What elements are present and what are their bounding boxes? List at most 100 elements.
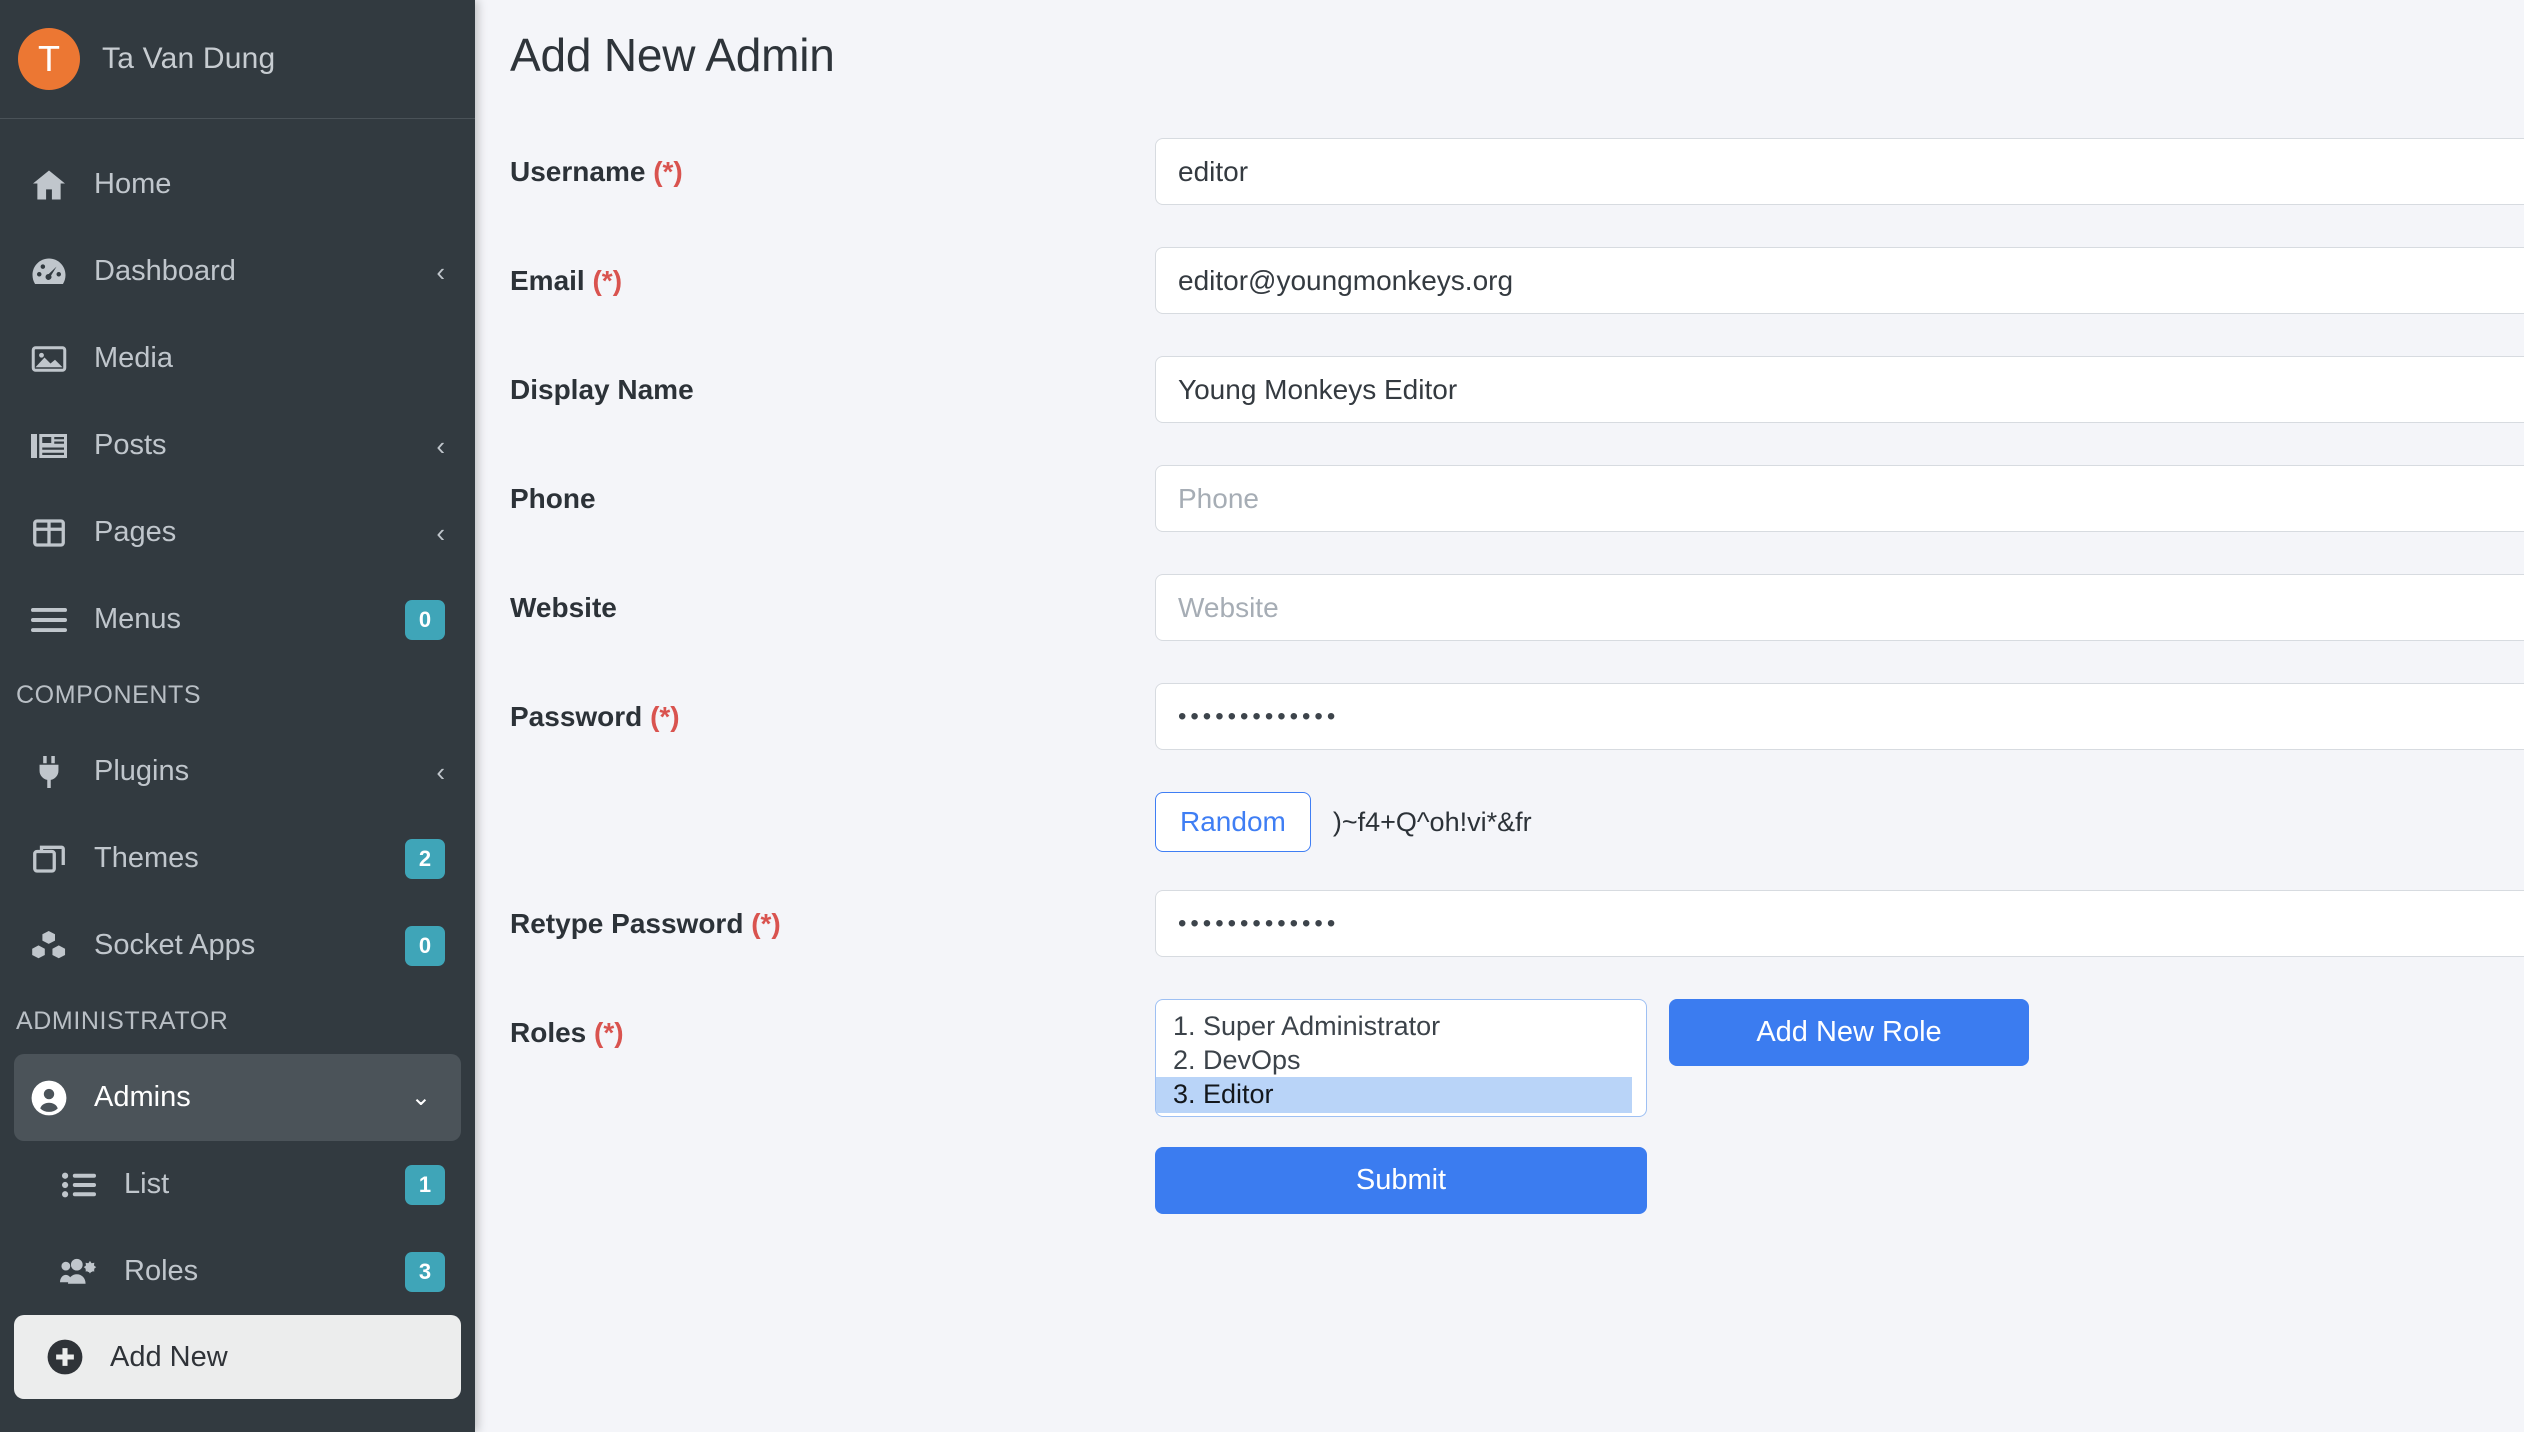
form-row-phone: Phone — [510, 465, 2524, 532]
form-row-password: Password (*) ••••••••••••• — [510, 683, 2524, 750]
required-mark: (*) — [594, 1017, 624, 1048]
email-label: Email (*) — [510, 265, 1155, 297]
chevron-left-icon[interactable]: ‹ — [436, 520, 445, 546]
password-control: ••••••••••••• — [1155, 683, 2524, 750]
add-admin-form: Username (*) Email (*) — [510, 138, 2524, 1214]
cubes-icon — [26, 926, 72, 966]
random-button[interactable]: Random — [1155, 792, 1311, 852]
sidebar-item-plugins[interactable]: Plugins ‹ — [0, 728, 475, 815]
sidebar-item-label: Pages — [94, 516, 177, 548]
avatar: T — [18, 28, 80, 90]
display-name-label: Display Name — [510, 374, 1155, 406]
form-row-website: Website — [510, 574, 2524, 641]
chevron-down-icon[interactable]: ⌄ — [411, 1085, 431, 1110]
role-option-selected[interactable]: 3. Editor — [1156, 1077, 1632, 1113]
chevron-left-icon[interactable]: ‹ — [436, 433, 445, 459]
roles-listbox[interactable]: 1. Super Administrator 2. DevOps 3. Edit… — [1155, 999, 1647, 1117]
profile-name: Ta Van Dung — [102, 42, 276, 75]
sidebar-item-label: Socket Apps — [94, 929, 256, 961]
sidebar-item-dashboard[interactable]: Dashboard ‹ — [0, 228, 475, 315]
status-badge: 1 — [405, 1164, 445, 1205]
plus-circle-icon — [42, 1337, 88, 1377]
display-name-control — [1155, 356, 2524, 423]
roles-label-text: Roles — [510, 1017, 587, 1048]
username-label: Username (*) — [510, 156, 1155, 188]
chevron-left-icon[interactable]: ‹ — [436, 259, 445, 285]
sidebar-item-media[interactable]: Media — [0, 315, 475, 402]
required-mark: (*) — [653, 155, 683, 187]
sidebar-item-label: Home — [94, 168, 172, 200]
sidebar-item-label: Admins — [94, 1081, 191, 1113]
sidebar-item-socket-apps[interactable]: Socket Apps 0 — [0, 902, 475, 989]
username-input[interactable] — [1155, 138, 2524, 205]
role-option[interactable]: 2. DevOps — [1156, 1043, 1646, 1077]
pages-icon — [26, 513, 72, 553]
form-row-retype-password: Retype Password (*) ••••••••••••• — [510, 890, 2524, 957]
sidebar-nav: Home Dashboard ‹ Media Posts ‹ Pages ‹ M… — [0, 119, 475, 1399]
menus-icon — [26, 600, 72, 640]
email-label-text: Email — [510, 264, 585, 296]
sidebar-item-label: Themes — [94, 842, 199, 874]
themes-icon — [26, 839, 72, 879]
role-option[interactable]: 1. Super Administrator — [1156, 1009, 1646, 1043]
sidebar-item-pages[interactable]: Pages ‹ — [0, 489, 475, 576]
chevron-left-icon[interactable]: ‹ — [436, 759, 445, 785]
form-row-display-name: Display Name — [510, 356, 2524, 423]
dashboard-icon — [26, 252, 72, 292]
required-mark: (*) — [650, 700, 680, 732]
form-row-roles: Roles (*) 1. Super Administrator 2. DevO… — [510, 999, 2494, 1117]
posts-icon — [26, 426, 72, 466]
status-badge: 0 — [405, 925, 445, 966]
sidebar-item-menus[interactable]: Menus 0 — [0, 576, 475, 663]
phone-input[interactable] — [1155, 465, 2524, 532]
phone-label-text: Phone — [510, 482, 596, 514]
submit-button[interactable]: Submit — [1155, 1147, 1647, 1214]
sidebar-item-label: Plugins — [94, 755, 190, 787]
submit-control: Submit — [1155, 1147, 2494, 1214]
plug-icon — [26, 752, 72, 792]
sidebar-item-label: List — [124, 1168, 170, 1200]
sidebar-item-admins[interactable]: Admins ⌄ — [14, 1054, 461, 1141]
sidebar-item-themes[interactable]: Themes 2 — [0, 815, 475, 902]
password-label-text: Password — [510, 700, 643, 732]
form-row-email: Email (*) — [510, 247, 2524, 314]
form-row-submit: Submit — [510, 1147, 2494, 1214]
media-icon — [26, 339, 72, 379]
roles-control: 1. Super Administrator 2. DevOps 3. Edit… — [1155, 999, 2494, 1117]
sidebar-section-administrator: ADMINISTRATOR — [16, 1007, 229, 1035]
retype-password-input[interactable]: ••••••••••••• — [1155, 890, 2524, 957]
website-label-text: Website — [510, 591, 617, 623]
user-circle-icon — [26, 1078, 72, 1118]
sidebar-item-list[interactable]: List 1 — [0, 1141, 475, 1228]
sidebar-profile[interactable]: T Ta Van Dung — [0, 0, 475, 119]
password-input[interactable]: ••••••••••••• — [1155, 683, 2524, 750]
website-input[interactable] — [1155, 574, 2524, 641]
email-input[interactable] — [1155, 247, 2524, 314]
display-name-label-text: Display Name — [510, 373, 694, 405]
required-mark: (*) — [592, 264, 623, 296]
retype-password-label-text: Retype Password — [510, 907, 744, 939]
email-control — [1155, 247, 2524, 314]
sidebar-item-add-new[interactable]: Add New — [14, 1315, 461, 1399]
sidebar-item-posts[interactable]: Posts ‹ — [0, 402, 475, 489]
add-new-role-button[interactable]: Add New Role — [1669, 999, 2029, 1066]
home-icon — [26, 165, 72, 205]
sidebar-item-label: Roles — [124, 1255, 199, 1287]
form-row-username: Username (*) — [510, 138, 2524, 205]
sidebar-item-label: Add New — [110, 1340, 228, 1373]
status-badge: 3 — [405, 1251, 445, 1292]
list-icon — [56, 1165, 102, 1205]
status-badge: 0 — [405, 599, 445, 640]
username-control — [1155, 138, 2524, 205]
app-root: T Ta Van Dung Home Dashboard ‹ Media Pos… — [0, 0, 2524, 1432]
sidebar-item-label: Media — [94, 342, 173, 374]
sidebar: T Ta Van Dung Home Dashboard ‹ Media Pos… — [0, 0, 475, 1432]
phone-label: Phone — [510, 483, 1155, 515]
sidebar-item-roles[interactable]: Roles 3 — [0, 1228, 475, 1315]
display-name-input[interactable] — [1155, 356, 2524, 423]
username-label-text: Username — [510, 155, 646, 187]
status-badge: 2 — [405, 838, 445, 879]
retype-password-label: Retype Password (*) — [510, 908, 1155, 940]
sidebar-item-home[interactable]: Home — [0, 141, 475, 228]
page-title: Add New Admin — [510, 29, 835, 81]
